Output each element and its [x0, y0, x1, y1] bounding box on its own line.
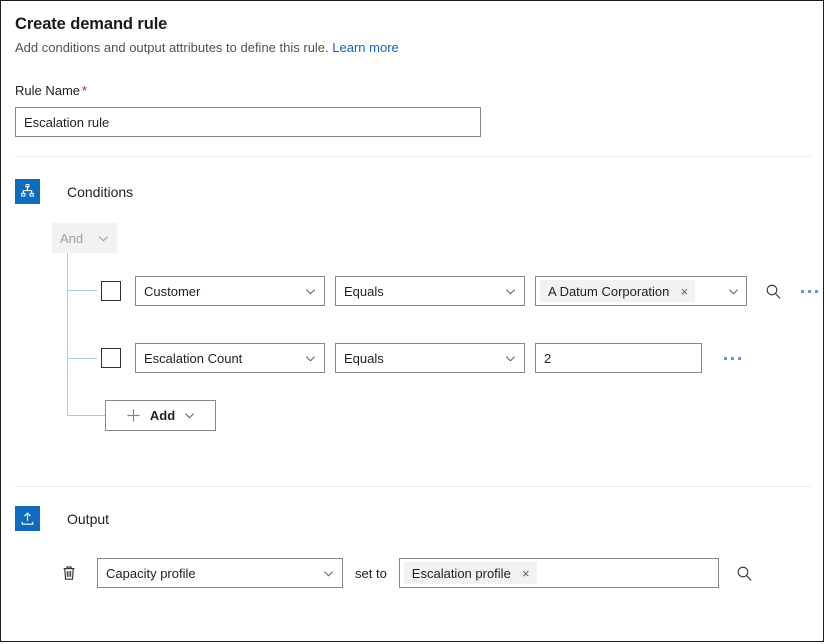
chevron-down-icon — [184, 410, 195, 421]
tree-branch-line — [67, 415, 105, 416]
output-section-header: Output — [15, 506, 109, 531]
condition-value-text: 2 — [544, 351, 551, 366]
selected-value-text: Escalation profile — [412, 566, 511, 581]
condition-operator-value: Equals — [344, 284, 384, 299]
trash-icon[interactable] — [57, 561, 81, 585]
tree-trunk-line — [67, 253, 68, 416]
output-attribute-dropdown[interactable]: Capacity profile — [97, 558, 343, 588]
upload-icon — [15, 506, 40, 531]
divider-output — [15, 486, 811, 487]
search-icon[interactable] — [733, 561, 757, 585]
overflow-dot — [731, 357, 734, 360]
chevron-down-icon — [505, 353, 516, 364]
output-attribute-value: Capacity profile — [106, 566, 196, 581]
overflow-dot — [808, 290, 811, 293]
chevron-down-icon — [305, 353, 316, 364]
logic-operator-value: And — [60, 231, 83, 246]
condition-attribute-dropdown[interactable]: Customer — [135, 276, 325, 306]
condition-attribute-value: Escalation Count — [144, 351, 242, 366]
chevron-down-icon — [505, 286, 516, 297]
output-value-lookup[interactable]: Escalation profile × — [399, 558, 719, 588]
table-row: Customer Equals A Datum Corporation × — [101, 276, 818, 306]
condition-operator-dropdown[interactable]: Equals — [335, 276, 525, 306]
tree-branch-line — [67, 358, 97, 359]
conditions-builder: And Customer Equals — [1, 1, 823, 641]
overflow-dot — [738, 357, 741, 360]
condition-checkbox[interactable] — [101, 281, 121, 301]
condition-operator-value: Equals — [344, 351, 384, 366]
selected-value-text: A Datum Corporation — [548, 284, 669, 299]
overflow-dot — [724, 357, 727, 360]
remove-chip-icon[interactable]: × — [519, 566, 533, 581]
output-row: Capacity profile set to Escalation profi… — [57, 558, 757, 588]
row-overflow-menu[interactable] — [724, 357, 741, 360]
chevron-down-icon — [323, 568, 334, 579]
overflow-dot — [815, 290, 818, 293]
output-section-title: Output — [67, 509, 109, 529]
condition-value-lookup[interactable]: A Datum Corporation × — [535, 276, 747, 306]
condition-checkbox[interactable] — [101, 348, 121, 368]
create-demand-rule-panel: Create demand rule Add conditions and ou… — [0, 0, 824, 642]
condition-attribute-dropdown[interactable]: Escalation Count — [135, 343, 325, 373]
condition-attribute-value: Customer — [144, 284, 200, 299]
search-icon[interactable] — [761, 279, 785, 303]
add-condition-label: Add — [150, 408, 175, 423]
plus-icon — [126, 408, 141, 423]
chevron-down-icon — [305, 286, 316, 297]
chevron-down-icon[interactable] — [721, 286, 746, 297]
remove-chip-icon[interactable]: × — [677, 284, 691, 299]
add-condition-button[interactable]: Add — [105, 400, 216, 431]
table-row: Escalation Count Equals 2 — [101, 343, 741, 373]
overflow-dot — [801, 290, 804, 293]
logic-operator-dropdown[interactable]: And — [52, 223, 117, 253]
selected-value-chip: Escalation profile × — [404, 562, 537, 584]
set-to-label: set to — [355, 566, 387, 581]
tree-branch-line — [67, 290, 97, 291]
chevron-down-icon — [98, 233, 109, 244]
condition-value-input[interactable]: 2 — [535, 343, 702, 373]
condition-operator-dropdown[interactable]: Equals — [335, 343, 525, 373]
selected-value-chip: A Datum Corporation × — [540, 280, 695, 302]
row-overflow-menu[interactable] — [801, 290, 818, 293]
